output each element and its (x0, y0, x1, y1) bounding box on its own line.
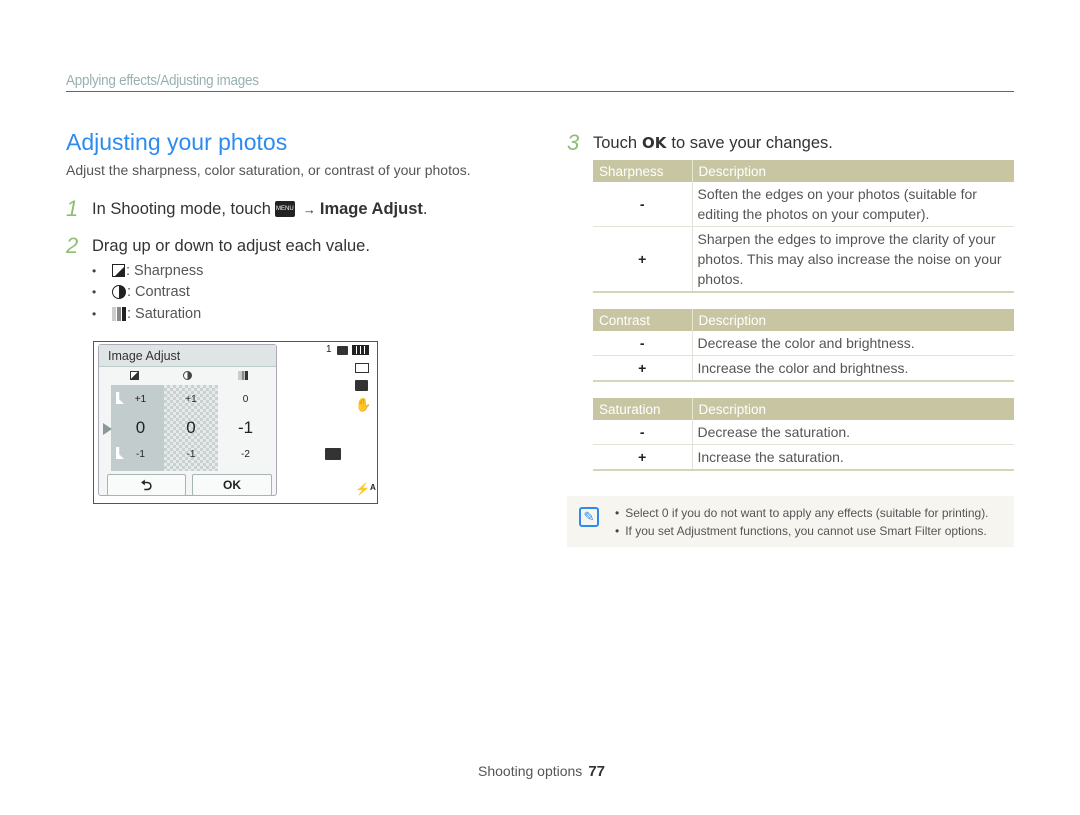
description: Sharpen the edges to improve the clarity… (692, 226, 1014, 293)
note-box: ✎ Select 0 if you do not want to apply a… (567, 496, 1014, 547)
description: Increase the saturation. (692, 444, 1014, 471)
value-symbol: - (593, 331, 693, 356)
quality-icon (355, 380, 368, 391)
list-item: • : Contrast (92, 282, 203, 304)
scene-icon (325, 448, 341, 460)
step-number: 3 (567, 130, 580, 155)
value-below: -1 (136, 449, 145, 460)
back-button[interactable]: ⮌ (107, 474, 186, 496)
table-row: + Increase the color and brightness. (593, 355, 1014, 382)
value-symbol: + (593, 444, 693, 471)
value-below: -1 (186, 449, 196, 460)
note-item: Select 0 if you do not want to apply any… (615, 504, 988, 522)
page-footer: Shooting options 77 (478, 763, 605, 780)
step-text: Touch (593, 133, 638, 152)
section-header: Applying effects/Adjusting images (66, 72, 259, 89)
saturation-icon (238, 371, 248, 380)
panel-title: Image Adjust (99, 345, 276, 367)
step-2: 2 Drag up or down to adjust each value. (66, 233, 370, 259)
sharpness-icon (112, 264, 125, 278)
battery-icon (352, 345, 369, 355)
column-header: Sharpness (593, 160, 693, 182)
ok-button[interactable]: OK (192, 474, 272, 496)
column-header: Saturation (593, 398, 693, 420)
step-suffix: to save your changes. (671, 133, 833, 152)
section-divider (66, 91, 1014, 92)
step-3: 3 Touch OK to save your changes. (567, 130, 833, 156)
menu-key-icon: MENU (274, 201, 295, 217)
sharpness-table: Sharpness Description - Soften the edges… (593, 160, 1014, 293)
memory-card-icon (337, 346, 348, 355)
page-title: Adjusting your photos (66, 129, 288, 155)
table-row: - Decrease the color and brightness. (593, 331, 1014, 356)
step-text: Drag up or down to adjust each value. (92, 236, 370, 255)
note-item: If you set Adjustment functions, you can… (615, 522, 989, 540)
saturation-table: Saturation Description - Decrease the sa… (593, 398, 1014, 471)
saturation-icon (112, 306, 126, 321)
table-header: Contrast Description (593, 309, 1014, 331)
value-above: 0 (242, 394, 249, 405)
table-row: + Sharpen the edges to improve the clari… (593, 226, 1014, 293)
column-header: Description (692, 309, 1014, 331)
step-1: 1 In Shooting mode, touch MENU → Image A… (66, 196, 427, 222)
value-symbol: + (593, 226, 693, 293)
sharpness-slider[interactable]: +1 0 -1 (103, 385, 164, 471)
table-header: Sharpness Description (593, 160, 1014, 182)
column-icons (99, 371, 276, 383)
intro-text: Adjust the sharpness, color saturation, … (66, 162, 471, 178)
table-row: - Soften the edges on your photos (suita… (593, 182, 1014, 227)
footer-section: Shooting options (478, 763, 583, 779)
value-current: 0 (186, 418, 196, 437)
description: Decrease the color and brightness. (692, 331, 1014, 356)
table-row: - Decrease the saturation. (593, 420, 1014, 445)
step-number: 2 (66, 233, 79, 258)
bullet: • (92, 306, 97, 321)
list-item-label: : Contrast (127, 284, 190, 301)
step-suffix: . (422, 199, 428, 218)
list-item: • : Sharpness (92, 260, 203, 282)
adjustment-list: • : Sharpness • : Contrast • : Saturation (92, 260, 203, 325)
arrow-icon: → (302, 201, 316, 217)
image-adjust-panel: Image Adjust +1 0 -1 +1 0 -1 0 -1 -2 ⮌ O… (98, 344, 277, 496)
value-current: 0 (135, 418, 146, 437)
value-symbol: - (593, 182, 693, 227)
photo-size-icon (355, 363, 369, 373)
value-above: +1 (134, 394, 147, 405)
list-item-label: : Saturation (127, 305, 202, 322)
column-header: Description (692, 160, 1014, 182)
description: Soften the edges on your photos (suitabl… (692, 182, 1014, 227)
value-symbol: - (593, 420, 693, 445)
list-item-label: : Sharpness (126, 262, 204, 279)
contrast-table: Contrast Description - Decrease the colo… (593, 309, 1014, 382)
value-below: -2 (241, 449, 250, 460)
stabilization-icon: ✋ (355, 397, 372, 412)
description: Decrease the saturation. (692, 420, 1014, 445)
step-text: In Shooting mode, touch (92, 199, 271, 218)
value-current: -1 (237, 418, 254, 437)
camera-screen: Image Adjust +1 0 -1 +1 0 -1 0 -1 -2 ⮌ O… (93, 341, 378, 504)
list-item: • : Saturation (92, 303, 203, 325)
contrast-slider[interactable]: +1 0 -1 (164, 385, 218, 471)
step-number: 1 (66, 196, 79, 221)
note-pencil-icon: ✎ (579, 507, 599, 527)
value-symbol: + (593, 355, 693, 382)
flash-auto-icon: ⚡ᴬ (355, 482, 376, 496)
shots-remaining: 1 (326, 344, 332, 355)
contrast-icon (183, 371, 192, 380)
menu-target: Image Adjust (319, 199, 423, 218)
sharpness-icon (130, 371, 139, 380)
ok-key-icon: OK (642, 134, 667, 152)
bullet: • (92, 285, 97, 300)
description: Increase the color and brightness. (692, 355, 1014, 382)
note-list: Select 0 if you do not want to apply any… (615, 504, 989, 540)
table-row: + Increase the saturation. (593, 444, 1014, 471)
value-above: +1 (185, 394, 197, 405)
column-header: Contrast (593, 309, 693, 331)
saturation-slider[interactable]: 0 -1 -2 (218, 385, 273, 471)
bullet: • (92, 263, 97, 278)
column-header: Description (692, 398, 1014, 420)
table-header: Saturation Description (593, 398, 1014, 420)
page-number: 77 (588, 763, 605, 780)
contrast-icon (112, 285, 126, 300)
